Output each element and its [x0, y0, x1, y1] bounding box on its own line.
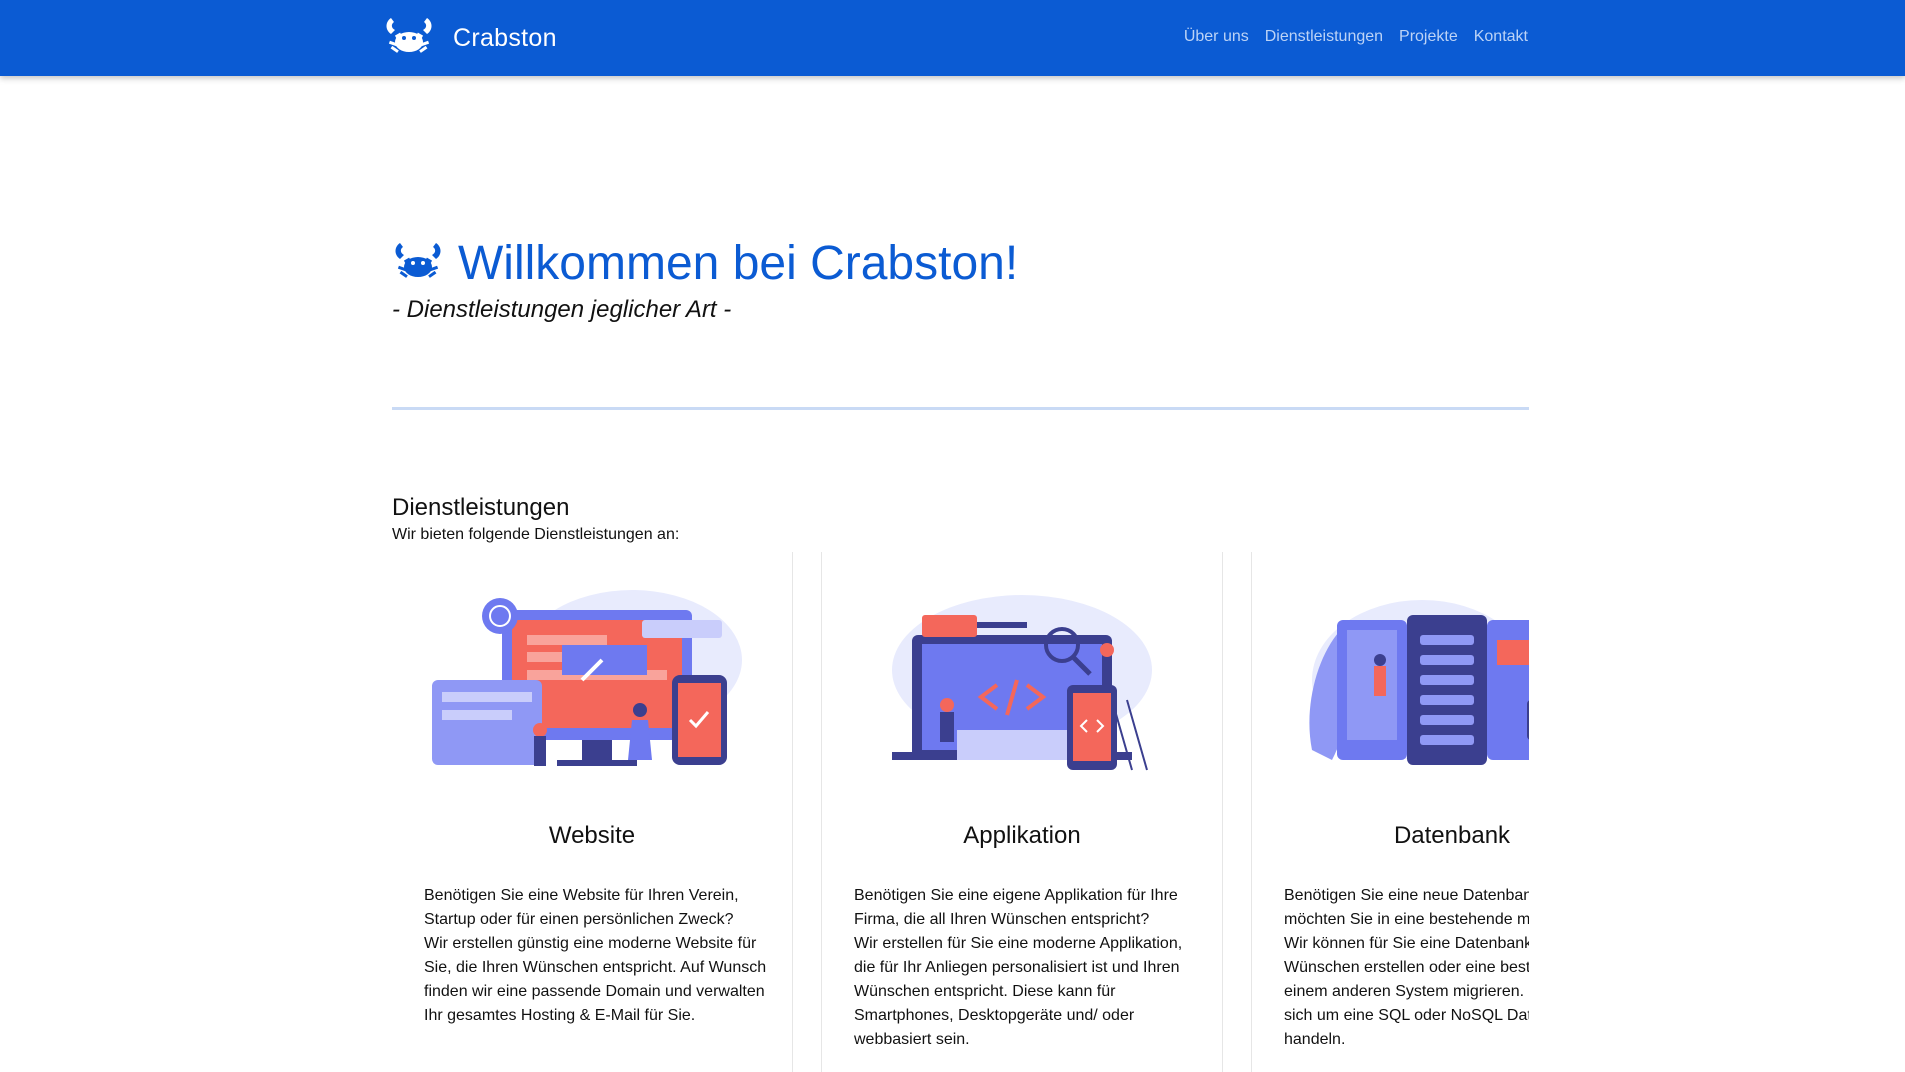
service-card-title: Website	[548, 822, 636, 849]
service-card-database: Datenbank Benötigen Sie eine neue Datenb…	[1252, 552, 1529, 1072]
top-navbar: Crabston Über uns Dienstleistungen Proje…	[0, 0, 1905, 76]
nav-about-us[interactable]: Über uns	[1184, 28, 1249, 46]
service-card-question: Benötigen Sie eine neue Datenbank oder m…	[1284, 887, 1529, 928]
database-illustration	[1292, 580, 1529, 780]
service-card-text: Benötigen Sie eine eigene Applikation fü…	[854, 884, 1199, 1052]
service-card-detail: Wir können für Sie eine Datenbank nach I…	[1284, 935, 1529, 1048]
application-illustration	[862, 580, 1182, 780]
service-card-application: Applikation Benötigen Sie eine eigene Ap…	[822, 552, 1222, 1072]
nav-contact[interactable]: Kontakt	[1474, 28, 1528, 46]
service-card-title: Datenbank	[1393, 822, 1511, 849]
website-illustration	[432, 580, 752, 780]
service-card-detail: Wir erstellen für Sie eine moderne Appli…	[854, 935, 1183, 1048]
services-description: Wir bieten folgende Dienstleistungen an:	[392, 526, 680, 543]
service-card-detail: Wir erstellen günstig eine moderne Websi…	[424, 935, 767, 1024]
section-divider	[392, 407, 1529, 410]
brand-name: Crabston	[453, 24, 557, 52]
service-card-text: Benötigen Sie eine neue Datenbank oder m…	[1284, 884, 1529, 1052]
nav-projects[interactable]: Projekte	[1399, 28, 1458, 46]
services-cards: Website Benötigen Sie eine Website für I…	[392, 552, 1529, 1072]
main-nav: Über uns Dienstleistungen Projekte Konta…	[1184, 28, 1528, 46]
services-heading: Dienstleistungen	[392, 494, 570, 521]
hero-heading: Willkommen bei Crabston!	[392, 236, 1018, 291]
page-subtitle: - Dienstleistungen jeglicher Art -	[392, 296, 732, 323]
service-card-question: Benötigen Sie eine eigene Applikation fü…	[854, 887, 1178, 928]
service-card-title: Applikation	[963, 822, 1081, 849]
page-title: Willkommen bei Crabston!	[458, 237, 1019, 290]
service-card-website: Website Benötigen Sie eine Website für I…	[392, 552, 792, 1072]
service-card-question: Benötigen Sie eine Website für Ihren Ver…	[424, 887, 739, 928]
crab-icon	[392, 238, 444, 289]
nav-services[interactable]: Dienstleistungen	[1265, 28, 1383, 46]
brand-link[interactable]: Crabston	[383, 14, 557, 63]
crab-icon	[383, 14, 435, 63]
service-card-text: Benötigen Sie eine Website für Ihren Ver…	[424, 884, 769, 1028]
